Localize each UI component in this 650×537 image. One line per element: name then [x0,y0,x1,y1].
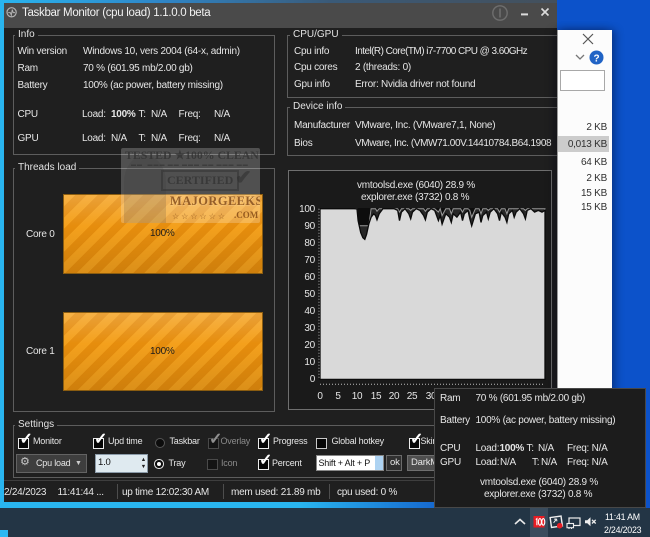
svg-text:?: ? [593,54,599,65]
